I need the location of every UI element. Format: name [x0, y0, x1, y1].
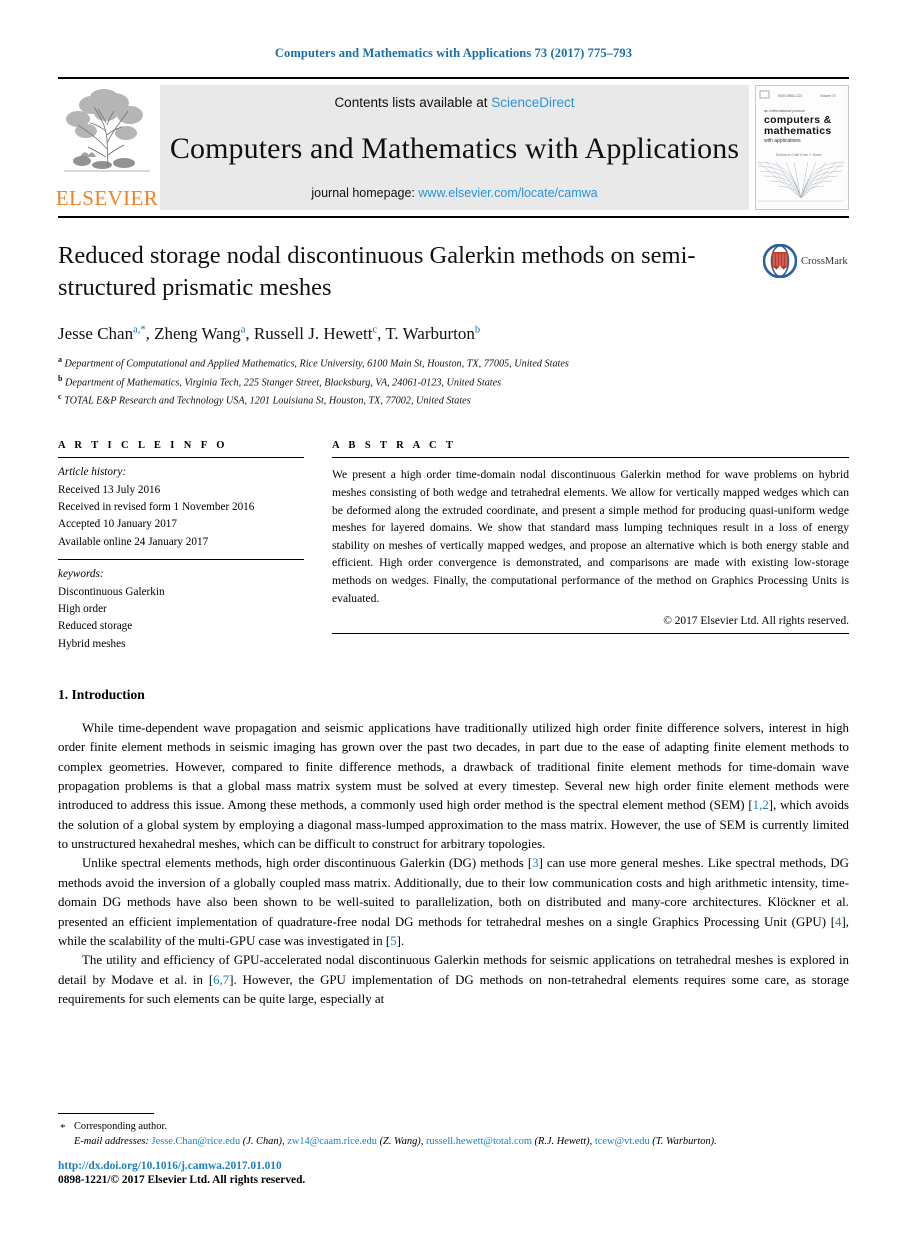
author-entry: Russell J. Hewettc — [254, 324, 377, 343]
contents-available-line: Contents lists available at ScienceDirec… — [334, 95, 574, 110]
keywords-label: keywords: — [58, 568, 104, 581]
page-title: Reduced storage nodal discontinuous Gale… — [58, 242, 696, 302]
footnote-divider — [58, 1112, 154, 1114]
author-affil-mark[interactable]: c — [372, 324, 377, 335]
affiliation-item: a Department of Computational and Applie… — [58, 354, 751, 373]
svg-text:Editors-in-Chief Ervin Y. Rod: Editors-in-Chief Ervin Y. Rodin — [776, 153, 822, 157]
email-link[interactable]: tcew@vt.edu — [595, 1136, 650, 1147]
issn-copyright-line: 0898-1221/© 2017 Elsevier Ltd. All right… — [58, 1174, 306, 1186]
paragraph-text: While time-dependent wave propagation an… — [58, 720, 849, 813]
page-footer: http://dx.doi.org/10.1016/j.camwa.2017.0… — [58, 1160, 305, 1186]
citation-link[interactable]: 6,7 — [213, 973, 229, 987]
paragraph-text: ]. — [396, 933, 405, 948]
author-entry: Zheng Wanga — [154, 324, 245, 343]
affiliation-text: Department of Computational and Applied … — [64, 358, 569, 370]
author-name: Russell J. Hewett — [253, 323, 373, 343]
elsevier-wordmark: ELSEVIER — [55, 186, 159, 210]
paragraph: The utility and efficiency of GPU-accele… — [58, 951, 849, 1009]
affiliation-mark: c — [58, 392, 62, 402]
footnote-section: * Corresponding author. E-mail addresses… — [58, 1112, 849, 1150]
affiliation-item: c TOTAL E&P Research and Technology USA,… — [58, 391, 751, 410]
history-item: Available online 24 January 2017 — [58, 535, 209, 548]
email-link[interactable]: zw14@caam.rice.edu — [287, 1136, 377, 1147]
affiliation-list: a Department of Computational and Applie… — [58, 354, 751, 411]
paragraph: Unlike spectral elements methods, high o… — [58, 854, 849, 951]
keyword-item: Hybrid meshes — [58, 637, 126, 650]
crossmark-icon — [763, 244, 797, 278]
info-abstract-section: A R T I C L E I N F O Article history: R… — [58, 440, 849, 661]
history-item: Received 13 July 2016 — [58, 483, 161, 496]
cover-art: ISSN 0898-1221 Volume 73 an internationa… — [756, 86, 846, 204]
corresponding-author-text: Corresponding author. — [74, 1120, 167, 1132]
journal-banner: Contents lists available at ScienceDirec… — [160, 85, 749, 210]
contents-prefix: Contents lists available at — [334, 95, 492, 110]
journal-homepage-line: journal homepage: www.elsevier.com/locat… — [311, 186, 597, 200]
article-info-heading: A R T I C L E I N F O — [58, 440, 228, 452]
doi-link[interactable]: http://dx.doi.org/10.1016/j.camwa.2017.0… — [58, 1160, 305, 1172]
affiliation-text: Department of Mathematics, Virginia Tech… — [65, 376, 502, 388]
author-affil-mark[interactable]: a — [241, 324, 246, 335]
abstract-copyright: © 2017 Elsevier Ltd. All rights reserved… — [663, 615, 849, 628]
author-name: Jesse Chan — [58, 323, 134, 343]
crossmark-badge[interactable]: CrossMark — [763, 240, 849, 278]
email-link[interactable]: russell.hewett@total.com — [426, 1136, 532, 1147]
author-entry: Jesse Chana,* — [58, 324, 146, 343]
journal-homepage-link[interactable]: www.elsevier.com/locate/camwa — [418, 186, 597, 200]
svg-text:an international journal: an international journal — [764, 108, 805, 113]
crossmark-label: CrossMark — [801, 255, 848, 267]
introduction-section: 1. Introduction While time-dependent wav… — [58, 687, 849, 1009]
keyword-item: Discontinuous Galerkin — [58, 585, 165, 598]
history-item: Accepted 10 January 2017 — [58, 518, 177, 531]
journal-masthead: ELSEVIER Contents lists available at Sci… — [55, 77, 849, 218]
abstract-heading: A B S T R A C T — [332, 440, 457, 452]
svg-text:Volume 73: Volume 73 — [820, 94, 836, 98]
email-link[interactable]: Jesse.Chan@rice.edu — [152, 1136, 241, 1147]
journal-title: Computers and Mathematics with Applicati… — [169, 132, 740, 165]
author-name: Zheng Wang — [154, 323, 241, 343]
svg-text:with applications: with applications — [764, 138, 801, 144]
paragraph: While time-dependent wave propagation an… — [58, 719, 849, 855]
email-label: E-mail addresses: — [74, 1136, 149, 1148]
author-affil-mark[interactable]: a,* — [133, 324, 146, 335]
history-item: Received in revised form 1 November 2016 — [58, 501, 255, 514]
article-history-label: Article history: — [58, 466, 127, 479]
affiliation-text: TOTAL E&P Research and Technology USA, 1… — [64, 395, 471, 407]
author-entry: T. Warburtonb — [385, 324, 480, 343]
homepage-prefix: journal homepage: — [311, 186, 419, 200]
keyword-item: Reduced storage — [58, 620, 133, 633]
email-addresses-note: E-mail addresses: Jesse.Chan@rice.edu (J… — [58, 1134, 849, 1150]
svg-text:mathematics: mathematics — [764, 125, 832, 137]
author-list: Jesse Chana,*, Zheng Wanga, Russell J. H… — [58, 323, 481, 343]
affiliation-mark: a — [58, 354, 62, 364]
email-owner: (R.J. Hewett), — [531, 1136, 595, 1148]
elsevier-tree-icon — [64, 89, 150, 172]
title-block: Reduced storage nodal discontinuous Gale… — [58, 240, 849, 410]
keyword-item: High order — [58, 602, 107, 615]
abstract-column: A B S T R A C T We present a high order … — [332, 440, 849, 661]
title-column: Reduced storage nodal discontinuous Gale… — [58, 240, 763, 410]
affiliation-mark: b — [58, 373, 63, 383]
affiliation-item: b Department of Mathematics, Virginia Te… — [58, 373, 751, 392]
article-info-column: A R T I C L E I N F O Article history: R… — [58, 440, 304, 661]
abstract-text: We present a high order time-domain noda… — [332, 468, 849, 605]
paper-page: Computers and Mathematics with Applicati… — [0, 0, 907, 1238]
corresponding-author-note: * Corresponding author. — [58, 1119, 849, 1135]
divider — [332, 633, 849, 635]
email-owner: (J. Chan), — [240, 1136, 288, 1148]
citation-link[interactable]: 1,2 — [753, 798, 769, 812]
paragraph-text: Unlike spectral elements methods, high o… — [82, 856, 533, 871]
keywords-block: keywords: Discontinuous Galerkin High or… — [58, 560, 304, 661]
author-affil-mark[interactable]: b — [475, 324, 480, 335]
section-heading-introduction: 1. Introduction — [58, 686, 145, 702]
journal-cover-thumbnail: ISSN 0898-1221 Volume 73 an internationa… — [755, 85, 849, 210]
running-head: Computers and Mathematics with Applicati… — [274, 46, 633, 60]
author-name: T. Warburton — [385, 323, 475, 343]
svg-text:ISSN 0898-1221: ISSN 0898-1221 — [778, 94, 803, 98]
email-owner: (Z. Wang), — [376, 1136, 426, 1148]
elsevier-logo: ELSEVIER — [55, 85, 159, 210]
sciencedirect-link[interactable]: ScienceDirect — [491, 95, 574, 110]
email-owner: (T. Warburton). — [649, 1136, 717, 1148]
article-history-block: Article history: Received 13 July 2016 R… — [58, 458, 304, 559]
